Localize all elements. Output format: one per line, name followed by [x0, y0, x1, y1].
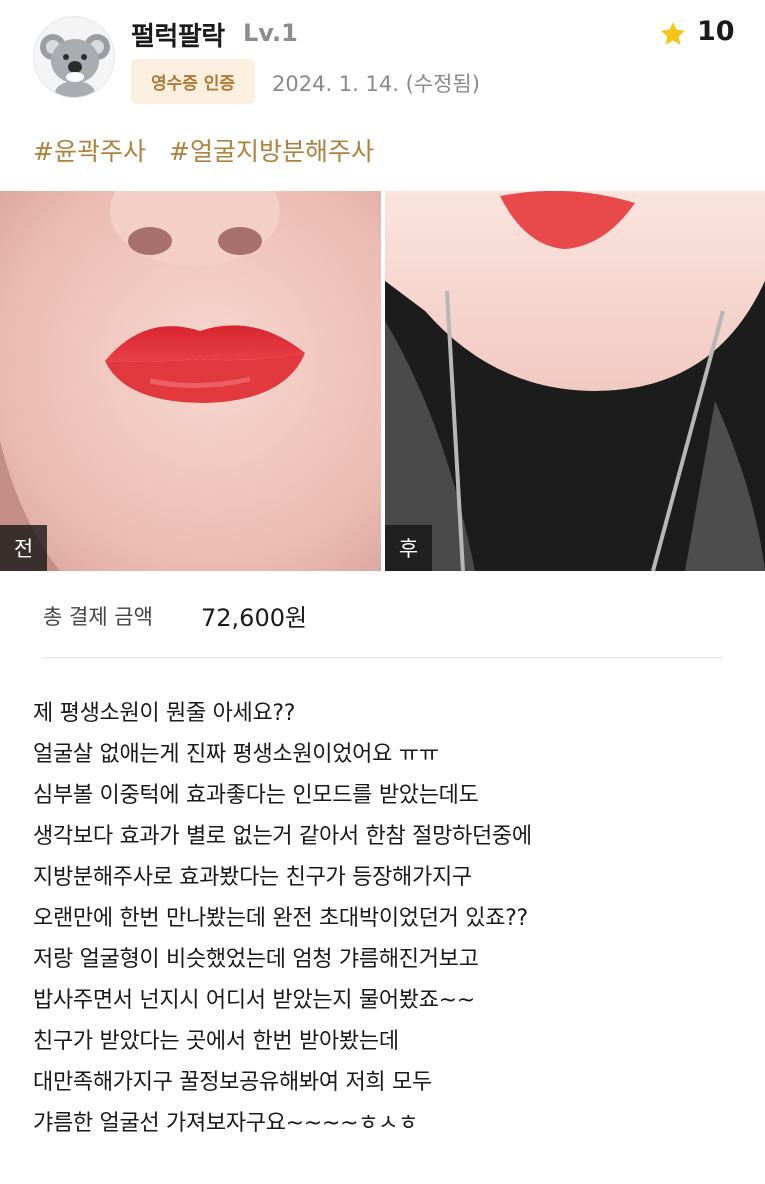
review-body: 제 평생소원이 뭔줄 아세요?? 얼굴살 없애는게 진짜 평생소원이었어요 ㅠㅠ…	[33, 693, 733, 1144]
star-icon	[660, 22, 686, 45]
hashtag-link[interactable]: #윤곽주사	[33, 132, 146, 168]
review-line: 오랜만에 한번 만나봤는데 완전 초대박이었던거 있죠??	[33, 906, 528, 931]
after-photo[interactable]: 후	[385, 191, 765, 571]
review-line: 저랑 얼굴형이 비슷했었는데 엄청 갸름해진거보고	[33, 947, 479, 972]
total-payment-amount: 72,600원	[201, 604, 308, 632]
total-payment-label: 총 결제 금액	[43, 605, 153, 629]
review-line: 지방분해주사로 효과봤다는 친구가 등장해가지구	[33, 865, 472, 890]
review-line: 갸름한 얼굴선 가져보자구요~~~~ㅎㅅㅎ	[33, 1111, 419, 1136]
before-label: 전	[0, 525, 47, 571]
review-line: 밥사주면서 넌지시 어디서 받았는지 물어봤죠~~	[33, 988, 475, 1013]
before-lips-image	[0, 191, 381, 571]
review-line: 심부볼 이중턱에 효과좋다는 인모드를 받았는데도	[33, 783, 479, 808]
after-label: 후	[385, 525, 432, 571]
avatar[interactable]	[33, 16, 115, 98]
author-name[interactable]: 펄럭팔락	[131, 16, 225, 53]
review-line: 얼굴살 없애는게 진짜 평생소원이었어요 ㅠㅠ	[33, 742, 439, 767]
review-line: 생각보다 효과가 별로 없는거 같아서 한참 절망하던중에	[33, 824, 532, 849]
receipt-verified-badge: 영수증 인증	[131, 59, 255, 104]
before-photo[interactable]: 전	[0, 191, 381, 571]
review-line: 대만족해가지구 꿀정보공유해봐여 저희 모두	[33, 1070, 432, 1095]
review-line: 제 평생소원이 뭔줄 아세요??	[33, 701, 296, 726]
review-line: 친구가 받았다는 곳에서 한번 받아봤는데	[33, 1029, 399, 1054]
author-level: Lv.1	[243, 19, 298, 47]
hashtag-link[interactable]: #얼굴지방분해주사	[169, 132, 374, 168]
after-lips-image	[385, 191, 765, 571]
rating-score: 10	[697, 16, 735, 47]
koala-avatar-icon	[34, 17, 114, 97]
review-date: 2024. 1. 14. (수정됨)	[272, 72, 480, 96]
divider	[43, 657, 722, 658]
